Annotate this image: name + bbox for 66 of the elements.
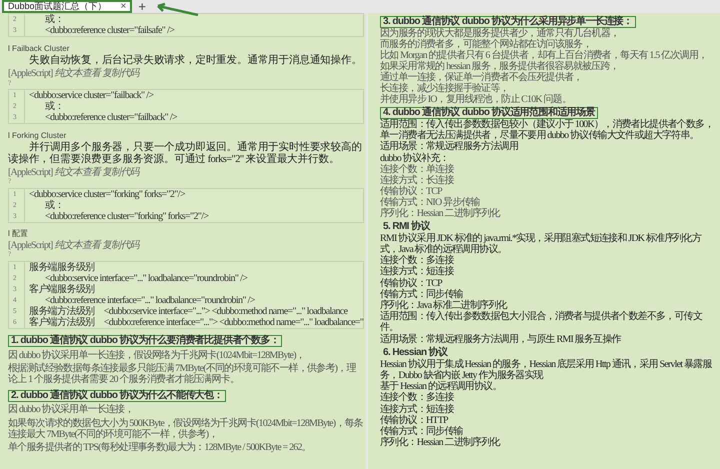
text-line: 适用场景：常规远程服务方法调用 [380, 141, 520, 152]
question-heading: 1. dubbo 通信协议 dubbo 协议为什么要消费者比提供者个数多： [8, 335, 282, 347]
text-line: 连接方式：短连接 [380, 404, 456, 415]
text-line: RMI 协议采用 JDK 标准的 java.rmi.*实现，采用阻塞式短连接和 JDK 标准序列化方式，Java 标准的远程调用协议。 [380, 232, 702, 256]
question-heading: 6. Hessian 协议 [382, 346, 449, 358]
section-heading: l Failback Cluster [8, 44, 70, 52]
code-toolbar-text[interactable]: [AppleScript] 纯文本查看 复制代码 [8, 69, 364, 80]
paragraph: 失败自动恢复，后台记录失败请求，定时重发。通常用于消息通知操作。 [28, 55, 363, 66]
code-line: <dubbo:reference cluster="failback" /> [44, 112, 178, 123]
text-line: 传输方式：同步传输 [380, 426, 463, 438]
text-line: 连接方式：短连接 [380, 266, 456, 278]
text-line: 因为服务的现状大都是服务提供者少，通常只有几台机器， [380, 28, 620, 39]
text-line: 序列化：Hessian 二进制序列化 [380, 208, 502, 219]
code-line: <dubbo:service cluster="failback" /> [28, 90, 154, 101]
code-line: <dubbo:service interface="..." loadbalance="roundrobin" /> [44, 272, 248, 284]
text-line: 传输协议：TCP [380, 278, 442, 289]
text-line: 连接个数：多连接 [380, 255, 456, 266]
question-heading: 5. RMI 协议 [382, 220, 432, 232]
text-line: 因 dubbo 协议采用单一长连接，假设网络为千兆网卡(1024Mbit=128MByte)， [8, 350, 306, 360]
code-line: <dubbo:reference interface="..." loadbalance="roundrobin" /> [44, 294, 256, 306]
text-line: 单个服务提供者的 TPS(每秒处理事务数)最大为：128MByte / 500KByte = 262。 [8, 442, 312, 453]
text-line: 基于 Hessian 的远程调用协议。 [380, 381, 502, 392]
text-line: 适用范围：传入传出参数数据包大小混合，消费者与提供者个数差不多，可传文件。 [380, 311, 704, 334]
document-tab[interactable]: Dubbo面试题汇总（下） × [2, 0, 132, 13]
text-line: 并使用异步 IO，复用线程池，防止 C10K 问题。 [380, 94, 572, 105]
text-line: 传输方式：同步传输 [380, 288, 463, 300]
code-line: 客户端服务级别 [28, 284, 96, 294]
text-line: 长连接，减少连接握手验证等， [380, 83, 509, 94]
code-line: <dubbo:reference cluster="forking" forks="2"/> [44, 210, 210, 222]
text-line: 序列化：Java 标准二进制序列化 [380, 300, 508, 312]
text-line: 传输协议：TCP [380, 186, 444, 197]
code-toolbar-text[interactable]: [AppleScript] 纯文本查看 复制代码 [8, 168, 364, 178]
text-line: 连接方式：长连接 [380, 174, 456, 186]
code-line: <dubbo:reference cluster="failsafe" /> [44, 25, 176, 36]
text-line: 传输方式：NIO 异步传输 [380, 196, 480, 208]
question-heading: 3. dubbo 通信协议 dubbo 协议为什么采用异步单一长连接： [380, 16, 636, 28]
paragraph: 并行调用多个服务器，只要一个成功即返回。通常用于实时性要求较高的读操作，但需要浪费更多服务资源。可通过 forks="2" 来设置最大并行数。 [8, 142, 363, 165]
code-line: 服务端服务级别 [28, 262, 96, 272]
text-line: 适用范围：传入传出参数数据包较小（建议小于 100K），消费者比提供者个数多，单一消费者无法压满提供者，尽量不要用 dubbo 协议传输大文件或超大字符串。 [380, 119, 715, 142]
text-line: 而服务的消费者多，可能整个网站都在访问该服务， [380, 39, 592, 50]
question-heading: 4. dubbo 通信协议 dubbo 协议适用范围和适用场景 [380, 107, 598, 119]
code-line: <dubbo:service cluster="forking" forks="2"/> [28, 188, 186, 200]
code-line: 或： [44, 200, 65, 210]
code-line: 或： [44, 14, 65, 25]
text-line: Hessian 协议用于集成 Hessian 的服务，Hessian 底层采用 Http 通讯，采用 Servlet 暴露服务，Dubbo 缺省内嵌 Jetty 作为服务器实现 [380, 358, 713, 382]
text-line: 比如 Morgan 的提供者只有 6 台提供者，却有上百台消费者，每天有 1.5 亿次调用， [380, 50, 708, 61]
text-line: 通过单一连接，保证单一消费者不会压死提供者， [380, 72, 584, 83]
text-line: 如果每次请求的数据包大小为 500KByte，假设网络为千兆网卡(1024Mbit=128MByte)，每条连接最大 7MByte(不同的环境可能不一样，供参考)， [8, 418, 364, 440]
section-heading: l Forking Cluster [8, 130, 68, 140]
text-line: 因 dubbo 协议采用单一长连接， [8, 404, 135, 415]
text-line: 适用场景：常规远程服务方法调用，与原生 RMI 服务互操作 [380, 334, 622, 345]
section-heading: l 配置 [8, 229, 29, 238]
code-line: 服务端方法级别 <dubbo:service interface="..."> <dubbo:method name="..." loadbalance [28, 306, 349, 316]
text-line: 传输协议：HTTP [380, 414, 450, 426]
close-icon[interactable]: × [120, 1, 126, 12]
text-line: 如果采用常规的 hessian 服务，服务提供者很容易就被压跨， [380, 61, 620, 72]
text-line: 序列化：Hessian 二进制序列化 [380, 437, 502, 448]
code-toolbar-text[interactable]: [AppleScript] 纯文本查看 复制代码 [8, 240, 364, 251]
code-line: 或： [44, 101, 65, 112]
text-line: 根据测试经验数据每条连接最多只能压满 7MByte(不同的环境可能不一样，供参考)，理论上 1 个服务提供者需要 20 个服务消费者才能压满网卡。 [8, 363, 358, 385]
text-line: dubbo 协议补充： [380, 152, 449, 164]
question-heading: 2. dubbo 通信协议 dubbo 协议为什么不能传大包： [8, 390, 226, 402]
new-tab-button[interactable]: + [138, 0, 146, 12]
text-line: 连接个数：多连接 [380, 392, 456, 404]
text-line: 连接个数：单连接 [380, 164, 456, 175]
code-line: 客户端方法级别 <dubbo:reference interface="..."> <dubbo:method name="..." loadbalance=" [28, 316, 364, 328]
